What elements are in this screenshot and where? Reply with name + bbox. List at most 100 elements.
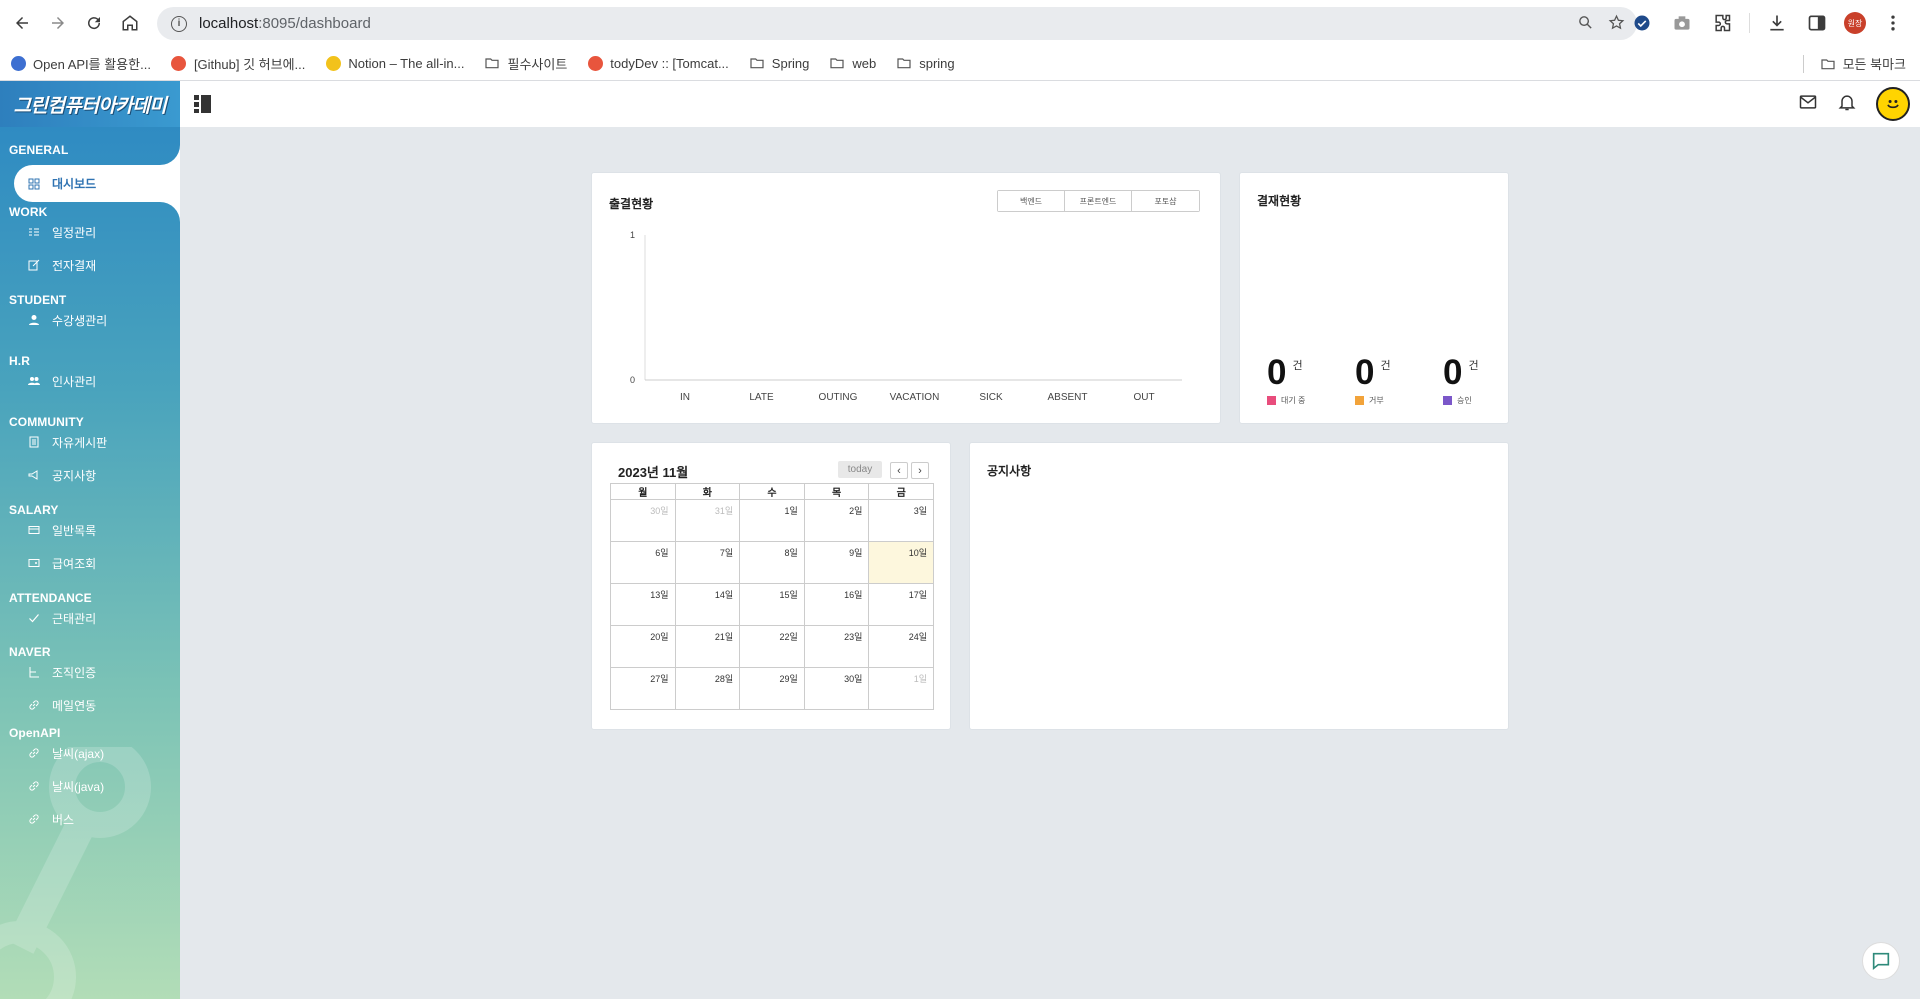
calendar-next-button[interactable]: › xyxy=(911,462,929,479)
extension-check-icon[interactable] xyxy=(1629,6,1655,40)
reload-icon[interactable] xyxy=(77,6,111,40)
calendar-day[interactable]: 17일 xyxy=(868,583,934,626)
board-icon xyxy=(28,436,52,448)
bookmark-item[interactable]: todyDev :: [Tomcat... xyxy=(587,55,729,71)
pending-stat[interactable]: 0건 대기 중 xyxy=(1267,353,1337,406)
calendar-day[interactable]: 16일 xyxy=(803,583,870,626)
folder-icon xyxy=(829,55,845,71)
bookmark-item[interactable]: [Github] 깃 허브에... xyxy=(171,54,305,73)
calendar-day[interactable]: 13일 xyxy=(610,583,676,626)
zoom-icon[interactable] xyxy=(1577,14,1594,36)
sidebar-item[interactable]: 날씨(java) xyxy=(28,776,104,796)
calendar-grid: 월 화 수 목 금 30일 31일 1일 2일 3일 6일 7일 8일 9일 10일 13일 14일 15일 16일… xyxy=(610,483,934,710)
bookmark-star-icon[interactable] xyxy=(1608,14,1625,36)
sidebar-section-title: NAVER xyxy=(9,645,51,659)
calendar-day[interactable]: 2일 xyxy=(803,499,870,542)
calendar-day[interactable]: 22일 xyxy=(739,625,805,668)
sidebar-item-label: 일반목록 xyxy=(52,523,97,538)
sidebar-section-title: OpenAPI xyxy=(9,726,61,740)
calendar-day[interactable]: 14일 xyxy=(674,583,741,626)
app-logo[interactable]: 그린컴퓨터아카데미 xyxy=(0,81,180,127)
approved-stat[interactable]: 0건 승인 xyxy=(1443,353,1513,406)
calendar-day[interactable]: 3일 xyxy=(868,499,934,542)
address-bar[interactable]: i localhost:8095/dashboard xyxy=(157,7,1637,40)
sidebar-item[interactable]: 공지사항 xyxy=(28,465,96,485)
sidebar-item[interactable]: 인사관리 xyxy=(28,371,96,391)
bookmark-label: 필수사이트 xyxy=(507,56,568,72)
rejected-stat[interactable]: 0건 거부 xyxy=(1355,353,1425,406)
mail-icon[interactable] xyxy=(1798,92,1818,117)
notice-card: 공지사항 xyxy=(969,442,1509,730)
back-icon[interactable] xyxy=(5,6,39,40)
today-button[interactable]: today xyxy=(838,461,882,478)
sidebar-item[interactable]: 수강생관리 xyxy=(28,310,107,330)
calendar-day[interactable]: 29일 xyxy=(739,667,805,710)
calendar-day[interactable]: 9일 xyxy=(803,541,870,584)
sidebar-item[interactable]: 날씨(ajax) xyxy=(28,743,104,763)
bookmark-item[interactable]: 필수사이트 xyxy=(484,54,567,73)
profile-avatar[interactable]: 원장 xyxy=(1844,12,1866,34)
weekday-header: 화 xyxy=(674,483,741,500)
side-panel-icon[interactable] xyxy=(1804,6,1830,40)
sidebar-item[interactable]: 일반목록 xyxy=(28,520,96,540)
calendar-day[interactable]: 6일 xyxy=(610,541,676,584)
sidebar-item[interactable]: 급여조회 xyxy=(28,553,96,573)
calendar-day[interactable]: 1일 xyxy=(868,667,934,710)
calendar-day[interactable]: 15일 xyxy=(739,583,805,626)
sidebar-item[interactable]: 메일연동 xyxy=(28,695,96,715)
calendar-card: 2023년 11월 today ‹ › 월 화 수 목 금 30일 31일 1일 2일 3일 6일 7… xyxy=(591,442,951,730)
calendar-day[interactable]: 31일 xyxy=(674,499,741,542)
x-tick-label: SICK xyxy=(979,392,1003,403)
site-info-icon[interactable]: i xyxy=(171,15,187,32)
calendar-day[interactable]: 23일 xyxy=(803,625,870,668)
folder-icon xyxy=(896,55,912,71)
calendar-day[interactable]: 8일 xyxy=(739,541,805,584)
all-bookmarks[interactable]: 모든 북마크 xyxy=(1802,46,1906,81)
calendar-day[interactable]: 30일 xyxy=(803,667,870,710)
sidebar-item[interactable]: 버스 xyxy=(28,809,74,829)
calendar-day[interactable]: 21일 xyxy=(674,625,741,668)
calendar-day[interactable]: 20일 xyxy=(610,625,676,668)
sidebar-item[interactable]: 근태관리 xyxy=(28,608,96,628)
link-icon xyxy=(28,699,52,711)
sidebar-toggle-icon[interactable] xyxy=(193,94,213,114)
calendar-day[interactable]: 30일 xyxy=(610,499,676,542)
calendar-day[interactable]: 24일 xyxy=(868,625,934,668)
bell-icon[interactable] xyxy=(1837,92,1857,117)
url-text: localhost:8095/dashboard xyxy=(199,15,371,32)
sidebar-item-label: 조직인증 xyxy=(52,665,97,680)
forward-icon[interactable] xyxy=(41,6,75,40)
bookmarks-bar: Open API를 활용한... [Github] 깃 허브에... Notion … xyxy=(0,46,1920,81)
calendar-day[interactable]: 1일 xyxy=(739,499,805,542)
bookmark-item[interactable]: Notion – The all-in... xyxy=(325,55,464,71)
sidebar-item-label: 메일연동 xyxy=(52,698,97,713)
bookmark-item[interactable]: Spring xyxy=(749,55,809,71)
more-menu-icon[interactable] xyxy=(1880,6,1906,40)
calendar-day[interactable]: 7일 xyxy=(674,541,741,584)
sidebar-item[interactable]: 전자결재 xyxy=(28,255,96,275)
sidebar-item[interactable]: 일정관리 xyxy=(28,222,96,242)
calendar-day[interactable]: 10일 xyxy=(868,541,934,584)
sidebar-item[interactable]: 조직인증 xyxy=(28,662,96,682)
y-tick-label: 1 xyxy=(630,230,635,240)
sidebar-item[interactable]: 대시보드 xyxy=(14,165,180,202)
calendar-prev-button[interactable]: ‹ xyxy=(890,462,908,479)
x-tick-label: ABSENT xyxy=(1047,392,1087,403)
bookmark-label: [Github] 깃 허브에... xyxy=(193,56,306,72)
calendar-day[interactable]: 27일 xyxy=(610,667,676,710)
camera-icon[interactable] xyxy=(1669,6,1695,40)
bookmark-item[interactable]: Open API를 활용한... xyxy=(10,54,151,73)
calendar-day[interactable]: 28일 xyxy=(674,667,741,710)
bookmark-item[interactable]: spring xyxy=(896,55,955,71)
x-tick-label: LATE xyxy=(749,392,774,403)
extensions-icon[interactable] xyxy=(1709,6,1735,40)
folder-icon xyxy=(749,55,765,71)
home-icon[interactable] xyxy=(113,6,147,40)
bookmark-item[interactable]: web xyxy=(829,55,876,71)
x-tick-label: OUT xyxy=(1133,392,1154,403)
user-avatar[interactable] xyxy=(1876,87,1910,121)
sidebar-item-label: 급여조회 xyxy=(52,556,97,571)
sidebar-item[interactable]: 자유게시판 xyxy=(28,432,107,452)
chat-button[interactable] xyxy=(1862,942,1900,980)
download-icon[interactable] xyxy=(1764,6,1790,40)
